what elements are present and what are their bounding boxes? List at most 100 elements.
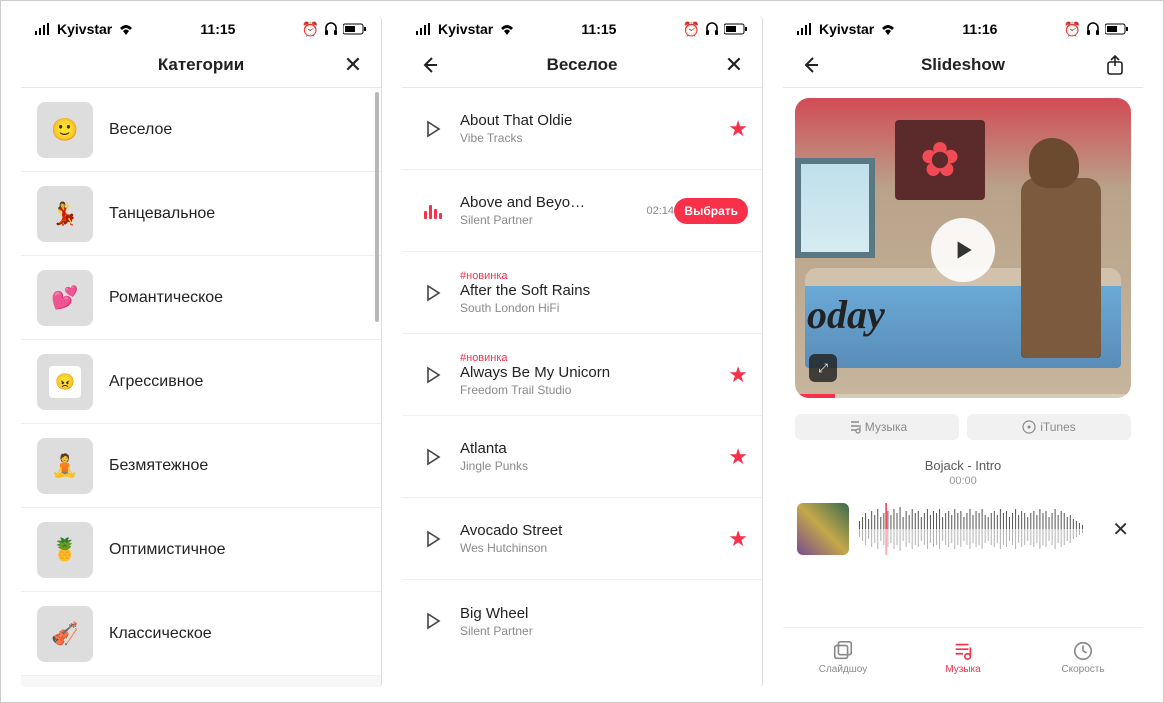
category-item-calm[interactable]: 🧘 Безмятежное	[21, 424, 381, 508]
category-item-happy[interactable]: 🙂 Веселое	[21, 88, 381, 172]
signal-icon	[797, 23, 813, 35]
status-bar: Kyivstar 11:16 ⏰	[783, 16, 1143, 42]
track-name: About That Oldie	[460, 112, 615, 129]
expand-icon[interactable]: ⤢	[809, 354, 837, 382]
screen-categories: Kyivstar 11:15 ⏰ . Категории ✕ 🙂 Веселое…	[21, 16, 382, 687]
category-label: Оптимистичное	[109, 541, 226, 559]
signal-icon	[35, 23, 51, 35]
scrollbar[interactable]	[375, 92, 379, 322]
headphones-icon	[324, 22, 338, 36]
play-icon[interactable]	[416, 530, 450, 548]
track-row-playing[interactable]: Above and Beyo… Silent Partner 02:14 Выб…	[402, 170, 762, 252]
waveform-row: ✕	[783, 495, 1143, 563]
track-row[interactable]: #новинка Always Be My Unicorn Freedom Tr…	[402, 334, 762, 416]
status-bar: Kyivstar 11:15 ⏰	[402, 16, 762, 42]
battery-icon	[343, 23, 367, 35]
player-info: Bojack - Intro 00:00	[783, 458, 1143, 487]
clock: 11:15	[200, 21, 235, 37]
category-item-aggressive[interactable]: 😠 Агрессивное	[21, 340, 381, 424]
battery-icon	[724, 23, 748, 35]
track-row[interactable]: Atlanta Jingle Punks ★	[402, 416, 762, 498]
play-icon[interactable]	[416, 448, 450, 466]
category-label: Танцевальное	[109, 205, 215, 223]
star-icon[interactable]: ★	[728, 444, 748, 470]
overlay-text: oday	[807, 291, 885, 338]
new-tag: #новинка	[460, 352, 680, 364]
track-artist: Wes Hutchinson	[460, 541, 680, 555]
page-title: Категории	[63, 55, 339, 75]
clip-thumb[interactable]	[797, 503, 849, 555]
category-list: 🙂 Веселое 💃 Танцевальное 💕 Романтическое…	[21, 88, 381, 687]
page-title: Веселое	[444, 55, 720, 75]
tab-label: iTunes	[1040, 420, 1076, 434]
category-item-dance[interactable]: 💃 Танцевальное	[21, 172, 381, 256]
carrier-label: Kyivstar	[57, 21, 112, 37]
battery-icon	[1105, 23, 1129, 35]
carrier-label: Kyivstar	[819, 21, 874, 37]
star-icon[interactable]: ★	[728, 362, 748, 388]
tab-itunes[interactable]: iTunes	[967, 414, 1131, 440]
alarm-icon: ⏰	[302, 21, 319, 38]
screen-slideshow: Kyivstar 11:16 ⏰ Slideshow oday	[783, 16, 1143, 687]
wifi-icon	[880, 23, 896, 35]
clock: 11:16	[962, 21, 997, 37]
category-thumb: 🙂	[37, 102, 93, 158]
track-row[interactable]: About That Oldie Vibe Tracks ★	[402, 88, 762, 170]
status-bar: Kyivstar 11:15 ⏰	[21, 16, 381, 42]
track-artist: South London HiFi	[460, 301, 680, 315]
back-icon[interactable]	[416, 55, 444, 75]
play-icon[interactable]	[416, 366, 450, 384]
track-row[interactable]: #новинка After the Soft Rains South Lond…	[402, 252, 762, 334]
tab-label: Скорость	[1061, 664, 1104, 675]
category-item-optimistic[interactable]: 🍍 Оптимистичное	[21, 508, 381, 592]
tab-speed[interactable]: Скорость	[1023, 628, 1143, 687]
category-thumb: 🎻	[37, 606, 93, 662]
category-thumb: 🧘	[37, 438, 93, 494]
category-item-romantic[interactable]: 💕 Романтическое	[21, 256, 381, 340]
category-item-classic[interactable]: 🎻 Классическое	[21, 592, 381, 676]
category-label: Безмятежное	[109, 457, 208, 475]
track-row[interactable]: Big Wheel Silent Partner	[402, 580, 762, 662]
remove-track-icon[interactable]: ✕	[1112, 517, 1129, 542]
tab-label: Музыка	[945, 664, 980, 675]
back-icon[interactable]	[797, 55, 825, 75]
play-icon[interactable]	[416, 612, 450, 630]
track-row[interactable]: Avocado Street Wes Hutchinson ★	[402, 498, 762, 580]
category-thumb: 🍍	[37, 522, 93, 578]
track-artist: Vibe Tracks	[460, 131, 680, 145]
star-icon[interactable]: ★	[728, 526, 748, 552]
alarm-icon: ⏰	[1064, 21, 1081, 38]
tab-slideshow[interactable]: Слайдшоу	[783, 628, 903, 687]
waveform[interactable]	[859, 503, 1102, 555]
current-track: Bojack - Intro	[783, 458, 1143, 473]
video-preview[interactable]: oday ⤢	[795, 98, 1131, 398]
bottom-tabs: Слайдшоу Музыка Скорость	[783, 627, 1143, 687]
category-label: Веселое	[109, 121, 172, 139]
track-artist: Jingle Punks	[460, 459, 680, 473]
play-button[interactable]	[931, 218, 995, 282]
now-playing-icon[interactable]	[416, 203, 450, 219]
clock: 11:15	[581, 21, 616, 37]
header: Веселое ✕	[402, 42, 762, 88]
select-button[interactable]: Выбрать	[674, 198, 748, 224]
tab-music-bottom[interactable]: Музыка	[903, 628, 1023, 687]
share-icon[interactable]	[1101, 55, 1129, 75]
category-thumb: 💕	[37, 270, 93, 326]
track-list: About That Oldie Vibe Tracks ★ Above and…	[402, 88, 762, 687]
category-thumb: 😠	[37, 354, 93, 410]
star-icon[interactable]: ★	[728, 116, 748, 142]
current-time: 00:00	[783, 475, 1143, 487]
close-icon[interactable]: ✕	[720, 54, 748, 76]
track-artist: Silent Partner	[460, 213, 642, 227]
wifi-icon	[499, 23, 515, 35]
tab-music[interactable]: Музыка	[795, 414, 959, 440]
track-name: Big Wheel	[460, 605, 615, 622]
close-icon[interactable]: ✕	[339, 54, 367, 76]
track-duration: 02:14	[646, 205, 674, 217]
header: . Категории ✕	[21, 42, 381, 88]
play-icon[interactable]	[416, 120, 450, 138]
tab-label: Слайдшоу	[819, 664, 868, 675]
progress-bar[interactable]	[795, 394, 1131, 398]
play-icon[interactable]	[416, 284, 450, 302]
track-name: Always Be My Unicorn	[460, 364, 615, 381]
